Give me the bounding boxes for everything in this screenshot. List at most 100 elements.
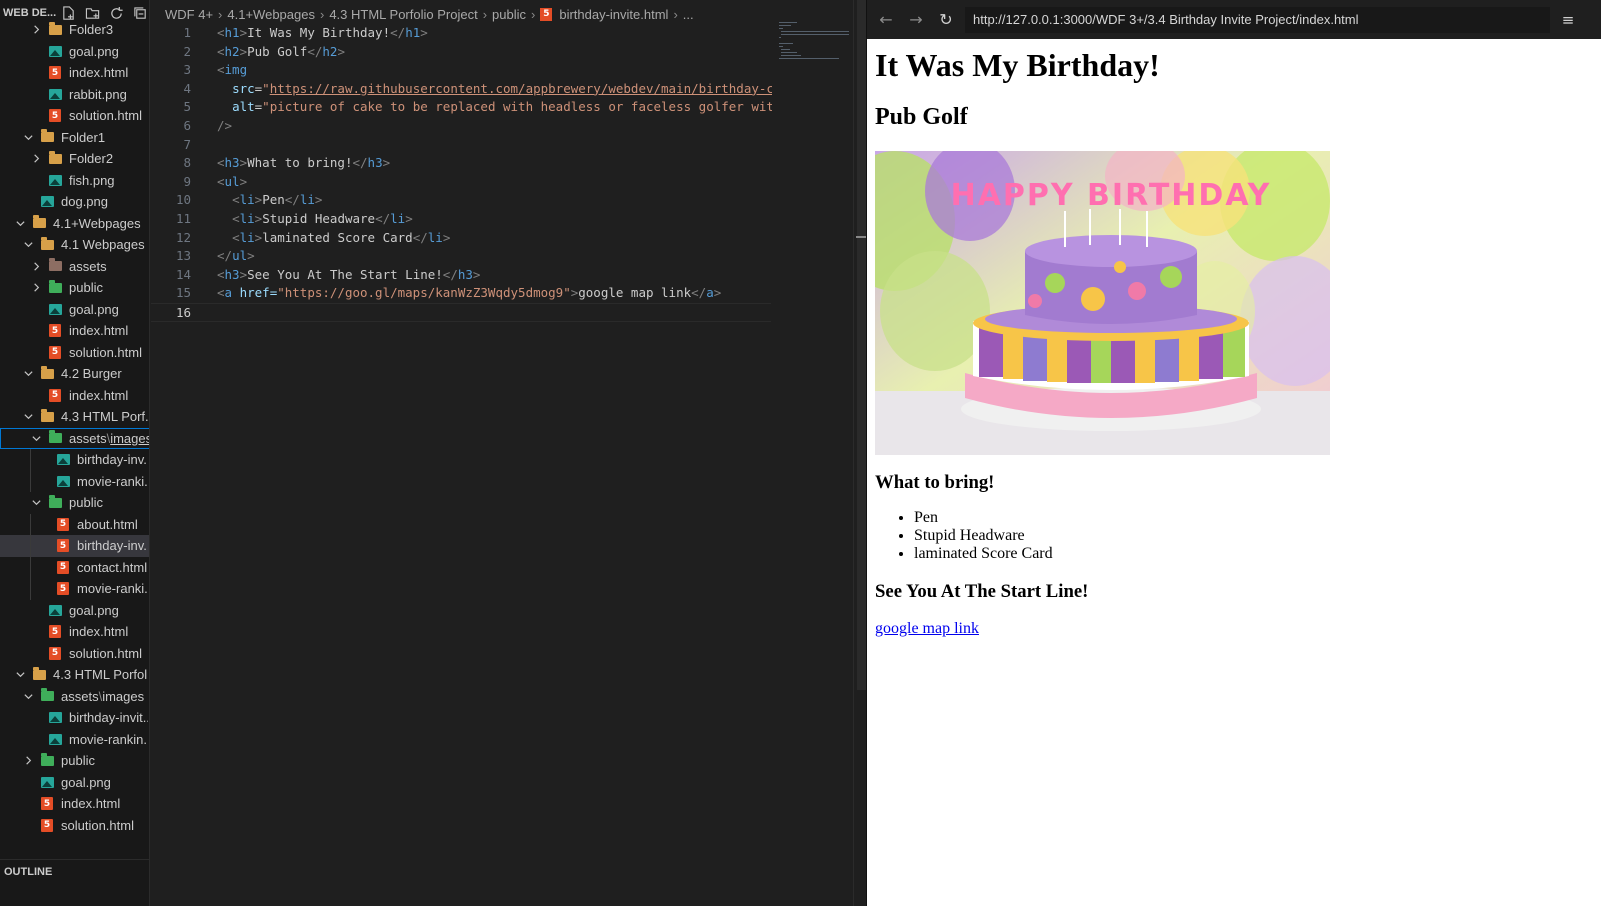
breadcrumb-item[interactable]: 4.1+Webpages [227,7,315,22]
chevron-right-icon[interactable] [30,282,42,294]
chevron-down-icon[interactable] [30,497,42,509]
tree-file[interactable]: 5 solution.html [0,643,149,665]
tree-file[interactable]: 5 index.html [0,793,149,815]
code-line[interactable]: 11 <li>Stupid Headware</li> [151,210,771,229]
code-line[interactable]: 8 <h3>What to bring!</h3> [151,154,771,173]
code-line[interactable]: 3 <img [151,61,771,80]
chevron-right-icon: › [218,6,223,22]
code-line[interactable]: 6 /> [151,117,771,136]
html-file-icon: 5 [48,109,62,123]
tree-folder[interactable]: Folder2 [0,148,149,170]
code-line[interactable]: 12 <li>laminated Score Card</li> [151,229,771,248]
image-file-icon [56,474,70,488]
tree-folder[interactable]: assets [0,256,149,278]
code-line[interactable]: 2 <h2>Pub Golf</h2> [151,43,771,62]
code-line[interactable]: 5 alt="picture of cake to be replaced wi… [151,98,772,117]
breadcrumb-item[interactable]: 4.3 HTML Porfolio Project [329,7,477,22]
tree-folder[interactable]: 4.1 Webpages [0,234,149,256]
chevron-down-icon[interactable] [22,368,34,380]
bring-heading: What to bring! [875,472,995,493]
code-area[interactable]: 1 <h1>It Was My Birthday!</h1> 2 <h2>Pub Go… [151,24,772,322]
breadcrumb-item[interactable]: birthday-invite.html [559,7,668,22]
tree-file[interactable]: 5 index.html [0,385,149,407]
tree-folder[interactable]: public [0,492,149,514]
tree-folder[interactable]: 4.3 HTML Porfoli... [0,664,149,686]
chevron-down-icon[interactable] [14,217,26,229]
chevron-down-icon[interactable] [22,411,34,423]
tree-folder[interactable]: public [0,277,149,299]
outline-section[interactable]: OUTLINE [0,859,149,883]
indent-guide [30,513,31,535]
tree-folder[interactable]: 4.3 HTML Porf... [0,406,149,428]
tree-folder[interactable]: 4.1+Webpages [0,213,149,235]
tree-file[interactable]: 5 index.html [0,320,149,342]
code-line[interactable]: 9 <ul> [151,173,771,192]
code-line[interactable]: 14 <h3>See You At The Start Line!</h3> [151,266,771,285]
tree-file[interactable]: 5 index.html [0,62,149,84]
tree-file[interactable]: 5 index.html [0,621,149,643]
tree-file[interactable]: movie-rankin... [0,729,149,751]
tree-file[interactable]: goal.png [0,41,149,63]
tree-file[interactable]: goal.png [0,600,149,622]
reload-icon[interactable]: ↻ [935,9,957,31]
chevron-down-icon[interactable] [22,131,34,143]
tree-folder[interactable]: assets\images [0,686,149,708]
chevron-down-icon[interactable] [22,239,34,251]
chevron-right-icon[interactable] [30,153,42,165]
chevron-down-icon[interactable] [30,432,42,444]
code-line[interactable]: 1 <h1>It Was My Birthday!</h1> [151,24,771,43]
tree-folder[interactable]: public [0,750,149,772]
tree-file[interactable]: 5 solution.html [0,815,149,837]
breadcrumb-item[interactable]: ... [683,7,694,22]
code-line[interactable]: 13 </ul> [151,247,771,266]
tree-item-label: 4.3 HTML Porf... [61,409,148,425]
chevron-right-icon[interactable] [30,24,42,36]
tree-file[interactable]: 5 solution.html [0,105,149,127]
tree-folder[interactable]: Folder1 [0,127,149,149]
tree-item-label: public [61,753,95,769]
html-file-icon: 5 [40,797,54,811]
tree-file[interactable]: birthday-inv... [0,449,149,471]
google-map-link[interactable]: google map link [875,620,979,638]
line-number: 10 [175,192,191,208]
code-line[interactable]: 4 src="https://raw.githubusercontent.com… [151,80,772,99]
tree-file[interactable]: goal.png [0,772,149,794]
chevron-right-icon[interactable] [22,755,34,767]
breadcrumb-item[interactable]: public [492,7,526,22]
tree-file[interactable]: 5 about.html [0,513,149,535]
tree-folder[interactable]: assets\images [0,427,149,449]
explorer-sidebar: WEB DE... Folder3 goal.png 5 index.html rabb… [0,0,150,906]
code-line[interactable]: 16 [151,302,771,322]
start-line-heading: See You At The Start Line! [875,581,1089,602]
forward-arrow-icon[interactable]: → [905,9,927,31]
code-line[interactable]: 7 [151,136,771,155]
back-arrow-icon[interactable]: ← [875,9,897,31]
editor-scrollbar[interactable] [853,0,868,906]
tree-file[interactable]: 5 birthday-inv... [0,535,149,557]
tree-file[interactable]: 5 contact.html [0,556,149,578]
menu-icon[interactable]: ≡ [1555,7,1581,33]
tree-file[interactable]: rabbit.png [0,84,149,106]
tree-file[interactable]: birthday-invit... [0,707,149,729]
chevron-down-icon[interactable] [14,669,26,681]
tree-file[interactable]: movie-ranki... [0,470,149,492]
code-line[interactable]: 10 <li>Pen</li> [151,191,771,210]
tree-file[interactable]: 5 movie-ranki... [0,578,149,600]
code-text: <ul> [217,173,248,189]
tree-folder[interactable]: Folder3 [0,19,149,41]
image-file-icon [48,603,62,617]
tree-file[interactable]: dog.png [0,191,149,213]
indent-guide [30,535,31,557]
url-input[interactable]: http://127.0.0.1:3000/WDF 3+/3.4 Birthda… [965,6,1550,33]
folder-icon [40,408,54,424]
tree-file[interactable]: goal.png [0,299,149,321]
code-line[interactable]: 15 <a href="https://goo.gl/maps/kanWzZ3Wq… [151,284,771,303]
breadcrumb-item[interactable]: WDF 4+ [165,7,213,22]
chevron-down-icon[interactable] [22,690,34,702]
folder-icon [48,21,62,37]
minimap[interactable] [777,20,851,60]
chevron-right-icon[interactable] [30,260,42,272]
tree-folder[interactable]: 4.2 Burger [0,363,149,385]
tree-file[interactable]: fish.png [0,170,149,192]
tree-file[interactable]: 5 solution.html [0,342,149,364]
